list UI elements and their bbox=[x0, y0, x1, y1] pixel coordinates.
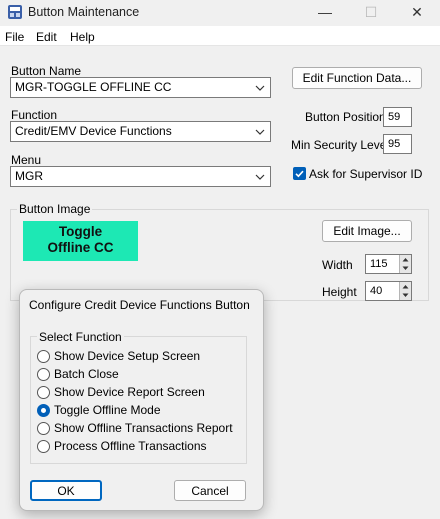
width-spinner[interactable] bbox=[399, 255, 411, 273]
button-preview: Toggle Offline CC bbox=[23, 221, 138, 261]
select-function-label: Select Function bbox=[37, 330, 124, 344]
maximize-button[interactable]: ☐ bbox=[348, 0, 394, 26]
function-label: Function bbox=[11, 108, 58, 122]
spin-up-icon[interactable] bbox=[400, 282, 411, 291]
menu-value: MGR bbox=[15, 169, 43, 183]
radio-button-selected[interactable] bbox=[37, 404, 50, 417]
radio-button[interactable] bbox=[37, 440, 50, 453]
menu-label: Menu bbox=[11, 153, 42, 167]
chevron-down-icon bbox=[255, 174, 265, 180]
dialog-title: Configure Credit Device Functions Button bbox=[29, 298, 250, 312]
app-icon bbox=[8, 5, 22, 19]
button-name-value: MGR-TOGGLE OFFLINE CC bbox=[15, 80, 172, 94]
function-value: Credit/EMV Device Functions bbox=[15, 124, 172, 138]
configure-dialog: Configure Credit Device Functions Button… bbox=[19, 289, 264, 511]
radio-button[interactable] bbox=[37, 422, 50, 435]
menu-help[interactable]: Help bbox=[70, 30, 95, 44]
preview-line-2: Offline CC bbox=[47, 240, 114, 255]
ok-button[interactable]: OK bbox=[30, 480, 102, 501]
menu-bar bbox=[0, 26, 440, 46]
function-combo[interactable]: Credit/EMV Device Functions bbox=[10, 121, 271, 142]
height-value: 40 bbox=[370, 285, 383, 297]
radio-label: Process Offline Transactions bbox=[54, 439, 207, 453]
radio-label: Batch Close bbox=[54, 367, 119, 381]
height-label: Height bbox=[322, 285, 357, 299]
radio-label: Show Offline Transactions Report bbox=[54, 421, 233, 435]
menu-combo[interactable]: MGR bbox=[10, 166, 271, 187]
button-position-label: Button Position bbox=[305, 110, 386, 124]
height-spinner[interactable] bbox=[399, 282, 411, 300]
radio-button[interactable] bbox=[37, 386, 50, 399]
cancel-button[interactable]: Cancel bbox=[174, 480, 246, 501]
min-security-label: Min Security Level bbox=[291, 138, 390, 152]
radio-label: Toggle Offline Mode bbox=[54, 403, 161, 417]
button-name-combo[interactable]: MGR-TOGGLE OFFLINE CC bbox=[10, 77, 271, 98]
button-position-input[interactable]: 59 bbox=[383, 107, 412, 127]
edit-image-button[interactable]: Edit Image... bbox=[322, 220, 412, 242]
close-button[interactable]: ✕ bbox=[394, 0, 440, 26]
menu-edit[interactable]: Edit bbox=[36, 30, 57, 44]
radio-button[interactable] bbox=[37, 368, 50, 381]
width-input[interactable]: 115 bbox=[365, 254, 412, 274]
radio-label: Show Device Setup Screen bbox=[54, 349, 201, 363]
chevron-down-icon bbox=[255, 129, 265, 135]
menu-file[interactable]: File bbox=[5, 30, 24, 44]
edit-function-data-button[interactable]: Edit Function Data... bbox=[292, 67, 422, 89]
ask-supervisor-label: Ask for Supervisor ID bbox=[309, 167, 423, 181]
radio-label: Show Device Report Screen bbox=[54, 385, 205, 399]
width-value: 115 bbox=[370, 258, 388, 270]
checkmark-icon bbox=[295, 170, 304, 178]
preview-line-1: Toggle bbox=[58, 224, 103, 239]
window-title: Button Maintenance bbox=[28, 5, 140, 19]
radio-button[interactable] bbox=[37, 350, 50, 363]
height-input[interactable]: 40 bbox=[365, 281, 412, 301]
spin-down-icon[interactable] bbox=[400, 291, 411, 300]
width-label: Width bbox=[322, 258, 353, 272]
min-security-input[interactable]: 95 bbox=[383, 134, 412, 154]
button-image-group-label: Button Image bbox=[17, 202, 93, 216]
spin-down-icon[interactable] bbox=[400, 264, 411, 273]
ask-supervisor-checkbox[interactable] bbox=[293, 167, 306, 180]
chevron-down-icon bbox=[255, 85, 265, 91]
button-name-label: Button Name bbox=[11, 64, 82, 78]
minimize-button[interactable]: — bbox=[302, 0, 348, 26]
spin-up-icon[interactable] bbox=[400, 255, 411, 264]
